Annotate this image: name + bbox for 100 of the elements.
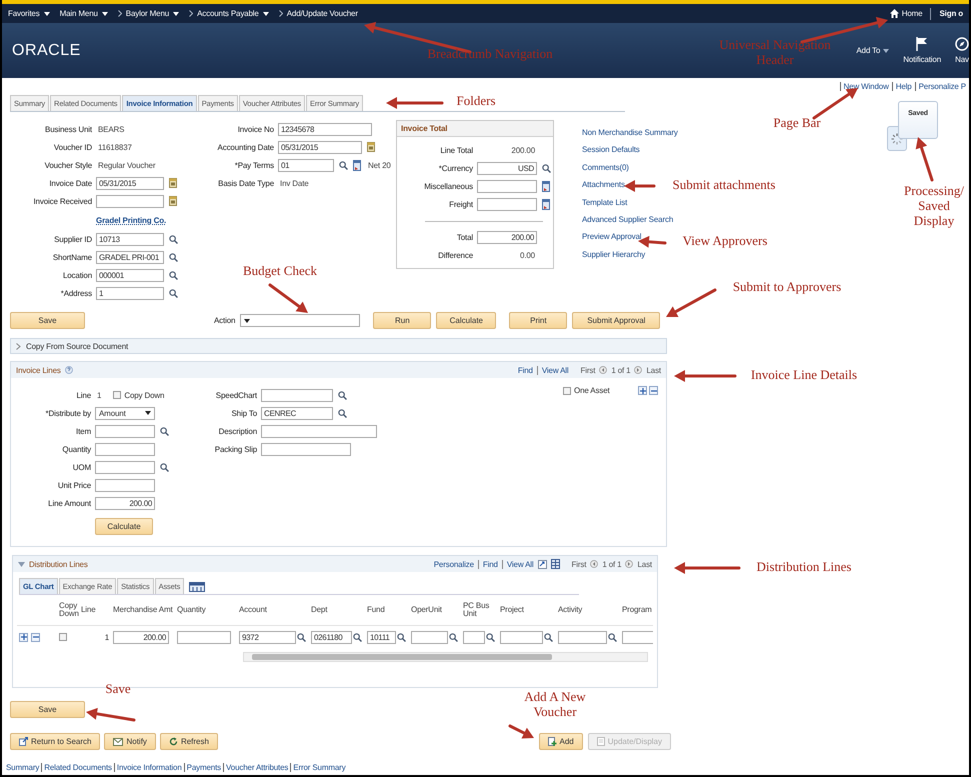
search-icon[interactable] xyxy=(160,426,169,436)
action-button[interactable]: Calculate xyxy=(436,312,496,329)
view-all-link[interactable]: View All xyxy=(502,560,534,568)
toolbar-button[interactable]: Return to Search xyxy=(10,733,100,750)
footer-link[interactable]: Summary xyxy=(4,763,42,772)
home-icon[interactable] xyxy=(890,9,899,18)
text-field[interactable]: 05/31/2015 xyxy=(278,140,362,154)
page-bar-link[interactable]: Personalize P xyxy=(914,82,969,90)
delete-row-button[interactable] xyxy=(649,386,658,395)
related-link[interactable]: Advanced Supplier Search xyxy=(582,211,674,228)
last-link[interactable]: Last xyxy=(637,560,652,568)
text-field[interactable] xyxy=(95,478,155,492)
search-icon[interactable] xyxy=(169,234,178,244)
footer-link[interactable]: Invoice Information xyxy=(114,763,184,772)
text-field[interactable]: 9372 xyxy=(239,630,296,644)
first-link[interactable]: First xyxy=(572,560,586,568)
next-icon[interactable] xyxy=(634,366,642,374)
supplier-name-link[interactable]: Gradel Printing Co. xyxy=(96,216,166,224)
action-dropdown[interactable] xyxy=(240,314,360,327)
zoom-icon[interactable] xyxy=(538,560,547,568)
search-icon[interactable] xyxy=(160,462,169,472)
compass-icon[interactable] xyxy=(955,37,969,51)
search-icon[interactable] xyxy=(297,632,306,642)
detail-icon[interactable] xyxy=(353,160,361,170)
page-bar-link[interactable]: Help xyxy=(892,82,915,90)
search-icon[interactable] xyxy=(169,252,178,262)
text-field[interactable]: 01 xyxy=(278,158,334,172)
search-icon[interactable] xyxy=(339,160,348,170)
next-icon[interactable] xyxy=(625,560,634,568)
horizontal-scrollbar[interactable] xyxy=(243,652,648,662)
first-link[interactable]: First xyxy=(580,366,596,374)
search-icon[interactable] xyxy=(608,632,617,642)
add-to-menu[interactable]: Add To xyxy=(856,46,880,55)
text-field[interactable]: 000001 xyxy=(96,268,164,282)
checkbox[interactable] xyxy=(59,633,67,641)
search-icon[interactable] xyxy=(397,632,406,642)
expanded-icon[interactable] xyxy=(18,562,25,566)
text-field[interactable]: GRADEL PRI-001 xyxy=(96,250,164,264)
related-link[interactable]: Non Merchandise Summary xyxy=(582,124,678,142)
text-field[interactable] xyxy=(463,630,485,644)
related-link[interactable]: Session Defaults xyxy=(582,141,640,159)
collapsed-icon[interactable] xyxy=(16,342,21,350)
search-icon[interactable] xyxy=(544,632,553,642)
text-field[interactable]: 1 xyxy=(96,286,164,300)
action-button[interactable]: Print xyxy=(509,312,568,329)
calendar-icon[interactable] xyxy=(367,142,375,152)
text-field[interactable] xyxy=(500,630,543,644)
text-field[interactable]: 200.00 xyxy=(113,630,169,644)
text-field[interactable] xyxy=(261,388,333,402)
search-icon[interactable] xyxy=(338,408,347,418)
text-field[interactable]: 200.00 xyxy=(477,230,537,244)
text-field[interactable]: CENREC xyxy=(261,406,333,420)
text-field[interactable] xyxy=(95,460,155,474)
text-field[interactable]: 05/31/2015 xyxy=(96,176,164,190)
home-link[interactable]: Home xyxy=(902,9,922,18)
calendar-icon[interactable] xyxy=(169,196,177,206)
text-field[interactable] xyxy=(261,424,377,438)
search-icon[interactable] xyxy=(449,632,458,642)
text-field[interactable]: 10713 xyxy=(96,232,164,246)
previous-icon[interactable] xyxy=(590,560,598,568)
show-all-columns-icon[interactable] xyxy=(189,582,206,592)
text-field[interactable] xyxy=(96,194,164,208)
checkbox[interactable] xyxy=(113,391,122,399)
add-row-button[interactable] xyxy=(19,632,28,642)
text-field[interactable]: 0261180 xyxy=(311,630,352,644)
text-field[interactable] xyxy=(261,442,351,456)
text-field[interactable] xyxy=(95,442,155,456)
breadcrumb-item[interactable]: Main Menu xyxy=(60,9,98,18)
action-button[interactable]: Submit Approval xyxy=(572,312,660,329)
save-button[interactable]: Save xyxy=(10,701,85,718)
spreadsheet-icon[interactable] xyxy=(550,559,560,569)
personalize-link[interactable]: Personalize xyxy=(434,560,474,568)
text-field[interactable] xyxy=(622,630,653,644)
dropdown-field[interactable]: Amount xyxy=(95,406,155,420)
find-link[interactable]: Find xyxy=(478,560,498,568)
text-field[interactable]: 12345678 xyxy=(278,122,372,136)
detail-icon[interactable] xyxy=(542,198,550,210)
search-icon[interactable] xyxy=(169,288,178,298)
save-button[interactable]: Save xyxy=(10,312,85,329)
action-button[interactable]: Run xyxy=(373,312,432,329)
related-link[interactable]: Supplier Hierarchy xyxy=(582,246,646,264)
calendar-icon[interactable] xyxy=(169,178,177,188)
related-link[interactable]: Attachments xyxy=(582,176,625,194)
sign-out-link[interactable]: Sign o xyxy=(939,9,963,18)
toolbar-button[interactable]: Notify xyxy=(104,733,156,750)
text-field[interactable] xyxy=(411,630,448,644)
related-link[interactable]: Comments(0) xyxy=(582,158,629,176)
calculate-button[interactable]: Calculate xyxy=(95,518,153,535)
text-field[interactable]: USD xyxy=(477,162,537,174)
search-icon[interactable] xyxy=(338,390,347,400)
delete-row-button[interactable] xyxy=(31,632,40,642)
notification-label[interactable]: Notification xyxy=(903,55,941,64)
checkbox[interactable] xyxy=(563,386,571,394)
text-field[interactable]: 10111 xyxy=(367,630,396,644)
add-row-button[interactable] xyxy=(638,386,647,395)
search-icon[interactable] xyxy=(169,270,178,280)
breadcrumb-item[interactable]: Accounts Payable xyxy=(197,9,259,18)
breadcrumb-item[interactable]: Baylor Menu xyxy=(126,9,170,18)
footer-link[interactable]: Related Documents xyxy=(41,763,114,772)
breadcrumb-item[interactable]: Favorites xyxy=(8,9,40,18)
